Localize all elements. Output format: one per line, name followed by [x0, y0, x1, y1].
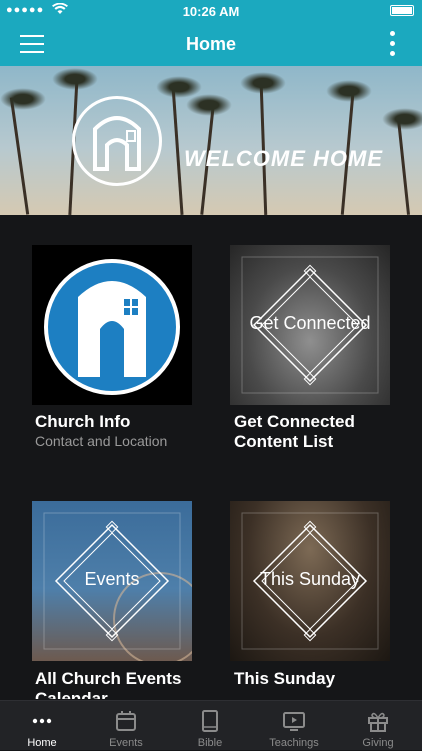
card-subtitle: Contact and Location [35, 433, 168, 449]
hero-banner: WELCOME HOME [0, 66, 422, 215]
welcome-text: WELCOME HOME [184, 146, 383, 171]
card-overlay-label: This Sunday [259, 569, 361, 589]
card-overlay-label: Get Connected [249, 313, 371, 333]
tab-giving[interactable]: Giving [336, 701, 420, 751]
events-card[interactable]: Events [32, 501, 192, 661]
card-title: Get Connected Content List [234, 412, 355, 451]
gift-icon [368, 712, 388, 732]
tab-teachings[interactable]: Teachings [252, 701, 336, 751]
page-title: Home [185, 34, 236, 54]
video-icon [283, 712, 305, 731]
tab-bar: Home Events Bible Teachings Giving [0, 700, 422, 750]
tab-events[interactable]: Events [84, 701, 168, 751]
church-logo-icon [44, 259, 180, 395]
tab-home[interactable]: Home [0, 701, 84, 751]
more-options-icon[interactable] [390, 31, 396, 57]
church-info-card[interactable] [32, 245, 192, 405]
card-title: All Church Events Calendar [35, 669, 182, 699]
status-time: 10:26 AM [182, 4, 240, 19]
nav-bar: Home [0, 22, 422, 66]
tab-bible[interactable]: Bible [168, 701, 252, 751]
card-title: Church Info [35, 412, 131, 431]
calendar-icon [116, 711, 136, 731]
book-icon [202, 710, 218, 732]
this-sunday-card[interactable]: This Sunday [230, 501, 390, 661]
card-title: This Sunday [234, 669, 336, 688]
card-overlay-label: Events [84, 569, 140, 589]
church-logo [72, 96, 162, 186]
status-bar: ●●●●● 10:26 AM [0, 0, 422, 22]
battery-icon [390, 5, 414, 16]
get-connected-card[interactable]: Get Connected [230, 245, 390, 405]
more-dots-icon [32, 718, 52, 724]
